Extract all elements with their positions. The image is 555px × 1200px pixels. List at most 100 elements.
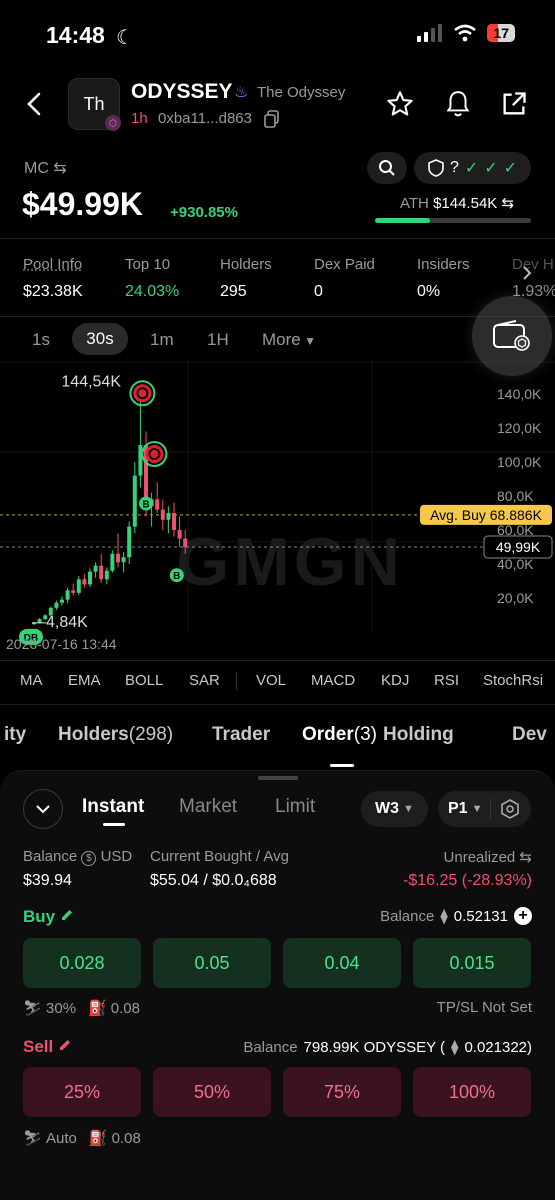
stat-holders[interactable]: Holders 295 bbox=[220, 256, 272, 301]
indicator-stochrsi[interactable]: StochRsi bbox=[483, 672, 543, 689]
drag-handle[interactable] bbox=[258, 776, 298, 780]
price-chart[interactable]: GMGN 140,0K120,0K100,0K80,0K60,0K40,0K20… bbox=[0, 360, 555, 660]
ath-info[interactable]: ATH $144.54K ⇆ bbox=[400, 194, 514, 212]
high-price-label: 144,54K bbox=[61, 373, 121, 390]
gas-icon: ⛽ bbox=[88, 1130, 108, 1147]
preset-selector[interactable]: P1 ▼ bbox=[438, 791, 531, 827]
security-check-button[interactable]: ? ✓ ✓ ✓ bbox=[414, 152, 531, 184]
candle-body bbox=[54, 602, 59, 608]
eth-icon: ⧫ bbox=[440, 908, 448, 925]
order-tab-indicator bbox=[103, 823, 125, 826]
indicator-kdj[interactable]: KDJ bbox=[381, 672, 409, 689]
order-tab-market[interactable]: Market bbox=[179, 796, 237, 818]
market-cap-value: $49.99K bbox=[22, 186, 143, 222]
candle-body bbox=[127, 526, 132, 558]
chart-markers: BBDB bbox=[19, 380, 184, 645]
mc-label[interactable]: MC ⇆ bbox=[24, 158, 67, 178]
buy-settings-info[interactable]: ⛷ 30% ⛽ 0.08 bbox=[23, 999, 140, 1018]
bought-avg-value: $55.04 / $0.0₄688 bbox=[150, 872, 277, 889]
timeframe-1h[interactable]: 1H bbox=[207, 330, 229, 350]
sell-section-label: Sell bbox=[23, 1037, 72, 1057]
edit-icon[interactable] bbox=[58, 1038, 72, 1052]
indicator-ema[interactable]: EMA bbox=[68, 672, 101, 689]
avg-buy-label: Avg. Buy 68.886K bbox=[430, 507, 542, 523]
add-funds-icon[interactable]: + bbox=[514, 907, 532, 925]
indicator-rsi[interactable]: RSI bbox=[434, 672, 459, 689]
chevron-down-icon bbox=[36, 805, 50, 814]
stat-dex-paid[interactable]: Dex Paid 0 bbox=[314, 256, 375, 301]
slippage-icon: ⛷ bbox=[23, 1130, 43, 1147]
indicator-sar[interactable]: SAR bbox=[189, 672, 220, 689]
sell-percent-button-50[interactable]: 50% bbox=[153, 1067, 271, 1117]
share-icon[interactable] bbox=[498, 88, 530, 120]
candle-body bbox=[138, 445, 143, 476]
edit-icon[interactable] bbox=[60, 908, 74, 922]
order-tab-limit[interactable]: Limit bbox=[275, 796, 315, 818]
candle-body bbox=[177, 530, 182, 539]
divider bbox=[0, 704, 555, 705]
tab-order[interactable]: Order(3) bbox=[302, 724, 377, 746]
indicator-boll[interactable]: BOLL bbox=[125, 672, 163, 689]
settings-icon[interactable] bbox=[499, 798, 521, 820]
buy-amount-button-2[interactable]: 0.05 bbox=[153, 938, 271, 988]
bell-icon[interactable] bbox=[442, 88, 474, 120]
tab-dev[interactable]: Dev bbox=[512, 724, 547, 746]
timeframe-1s[interactable]: 1s bbox=[32, 330, 50, 350]
sell-percent-button-25[interactable]: 25% bbox=[23, 1067, 141, 1117]
sell-balance: Balance 798.99K ODYSSEY ( ⧫ 0.021322) bbox=[243, 1038, 532, 1057]
collapse-button[interactable] bbox=[23, 789, 63, 829]
tab-holders[interactable]: Holders(298) bbox=[58, 724, 173, 746]
wallet-selector[interactable]: W3 ▼ bbox=[361, 791, 428, 827]
copy-icon[interactable] bbox=[264, 110, 280, 133]
check-icon: ✓ bbox=[484, 160, 498, 177]
unrealized-label[interactable]: Unrealized ⇆ bbox=[444, 848, 532, 866]
sell-settings-info[interactable]: ⛷ Auto ⛽ 0.08 bbox=[23, 1129, 141, 1148]
star-icon[interactable] bbox=[384, 88, 416, 120]
order-tab-instant[interactable]: Instant bbox=[82, 796, 144, 818]
wallet-icon bbox=[493, 320, 530, 351]
stat-insiders[interactable]: Insiders 0% bbox=[417, 256, 470, 301]
wallet-float-button[interactable] bbox=[472, 296, 552, 376]
sell-percent-button-100[interactable]: 100% bbox=[413, 1067, 531, 1117]
tab-trader[interactable]: Trader bbox=[212, 724, 270, 746]
status-time: 14:48 bbox=[46, 22, 105, 48]
tab-holding[interactable]: Holding bbox=[383, 724, 454, 746]
sell-marker bbox=[145, 445, 164, 463]
eth-icon: ⧫ bbox=[451, 1039, 459, 1056]
search-button[interactable] bbox=[367, 152, 407, 184]
stat-dev-holding[interactable]: Dev H 1.93% bbox=[512, 256, 555, 301]
buy-marker-label: B bbox=[142, 500, 149, 511]
timeframe-more[interactable]: More ▼ bbox=[262, 330, 316, 350]
indicator-vol[interactable]: VOL bbox=[256, 672, 286, 689]
battery-indicator: 17 bbox=[487, 24, 515, 42]
stat-top10[interactable]: Top 10 24.03% bbox=[125, 256, 179, 301]
candle-body bbox=[60, 599, 64, 603]
signal-icon bbox=[417, 24, 443, 42]
status-icons: 17 bbox=[417, 24, 515, 42]
indicator-ma[interactable]: MA bbox=[20, 672, 43, 689]
candle-body bbox=[183, 538, 188, 548]
stat-pool-info[interactable]: Pool Info $23.38K bbox=[23, 256, 83, 301]
tab-activity[interactable]: ity bbox=[4, 724, 26, 746]
buy-amount-button-1[interactable]: 0.028 bbox=[23, 938, 141, 988]
divider bbox=[236, 672, 237, 690]
buy-amount-button-4[interactable]: 0.015 bbox=[413, 938, 531, 988]
timeframe-30s[interactable]: 30s bbox=[72, 323, 128, 355]
timeframe-1m[interactable]: 1m bbox=[150, 330, 174, 350]
back-icon[interactable] bbox=[18, 88, 50, 120]
caret-down-icon: ▼ bbox=[403, 803, 414, 815]
sell-percent-button-75[interactable]: 75% bbox=[283, 1067, 401, 1117]
indicator-macd[interactable]: MACD bbox=[311, 672, 355, 689]
tpsl-status[interactable]: TP/SL Not Set bbox=[437, 999, 532, 1016]
chevron-right-icon[interactable] bbox=[522, 265, 532, 286]
caret-down-icon: ▼ bbox=[300, 334, 316, 348]
y-tick-label: 140,0K bbox=[497, 386, 542, 402]
low-price-label: 4,84K bbox=[46, 614, 88, 631]
buy-marker-label: B bbox=[173, 571, 180, 582]
candle-body bbox=[88, 571, 92, 585]
divider bbox=[0, 316, 555, 317]
buy-amount-button-3[interactable]: 0.04 bbox=[283, 938, 401, 988]
token-address[interactable]: 0xba11...d863 bbox=[158, 110, 252, 127]
candle-body bbox=[76, 579, 81, 593]
bought-avg-label: Current Bought / Avg bbox=[150, 848, 289, 865]
